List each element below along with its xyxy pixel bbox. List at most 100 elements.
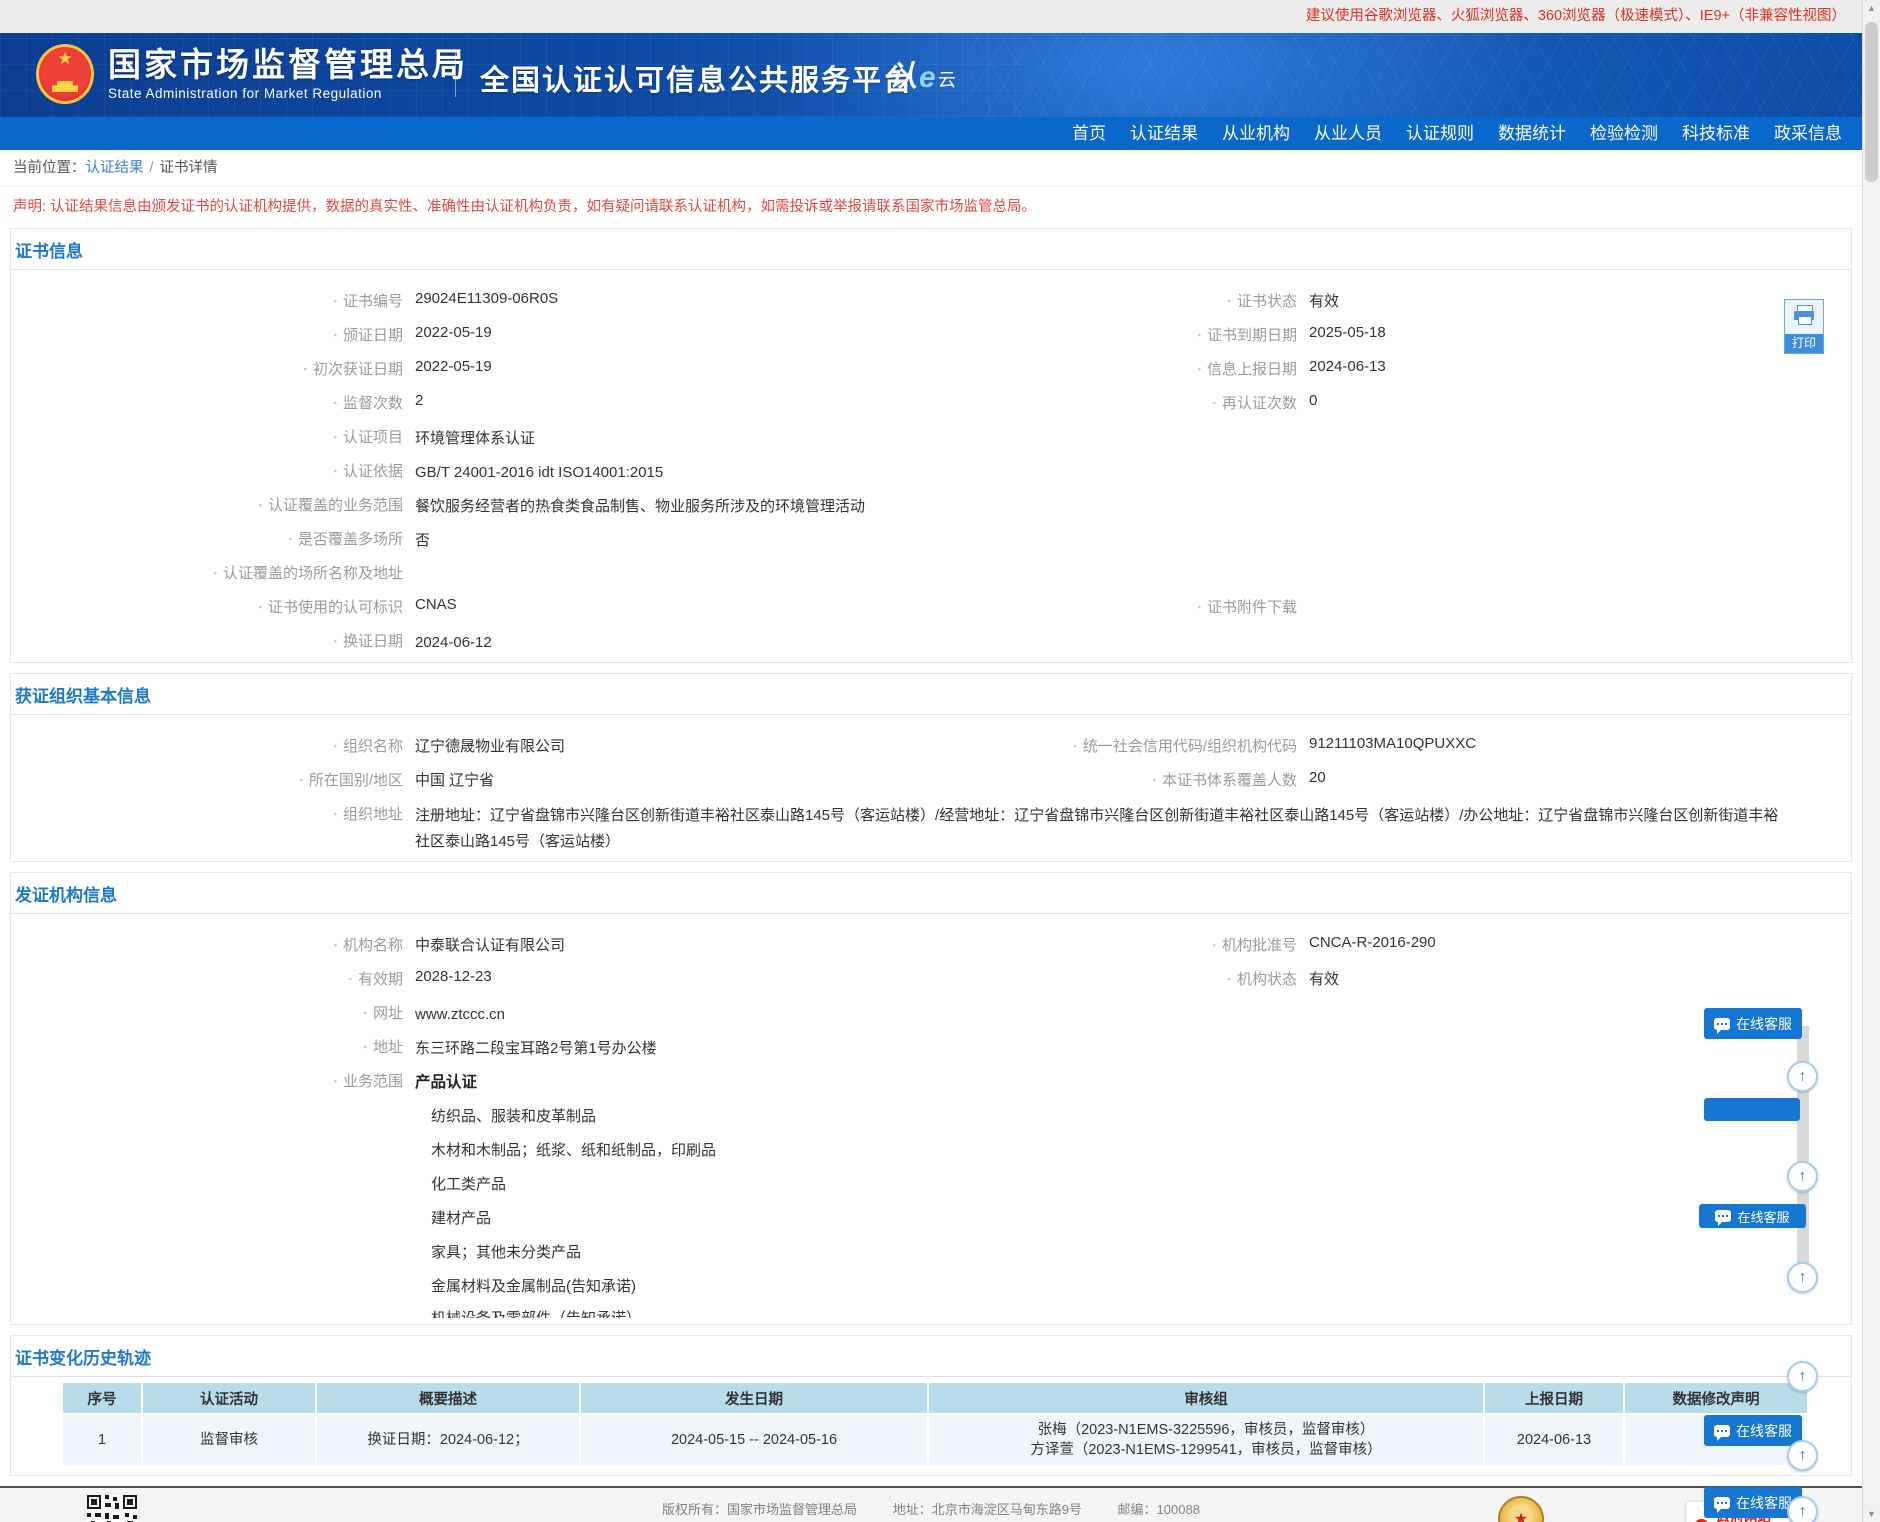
- field-value: 2025-05-18: [1309, 324, 1386, 341]
- history-table: 序号 认证活动 概要描述 发生日期 审核组 上报日期 数据修改声明 1 监督审核…: [61, 1381, 1809, 1467]
- field-label: 认证覆盖的场所名称及地址: [11, 562, 403, 588]
- field-row: 认证依据 GB/T 24001-2016 idt ISO14001:2015: [11, 452, 1851, 486]
- back-to-top-button[interactable]: ↑: [1787, 1361, 1818, 1392]
- field-label-empty: [11, 1274, 403, 1300]
- field-value: 中泰联合认证有限公司: [415, 937, 566, 954]
- section-title: 证书变化历史轨迹: [11, 1336, 1851, 1377]
- field-row: 网址 www.ztccc.cn: [11, 994, 1851, 1028]
- nav-item-rules[interactable]: 认证规则: [1394, 117, 1486, 150]
- field-value: 辽宁德晟物业有限公司: [415, 738, 566, 755]
- field-label: 认证依据: [11, 460, 403, 486]
- field-row: 证书使用的认可标识 CNAS 证书附件下载: [11, 588, 1851, 622]
- field-label: 所在国别/地区: [11, 769, 403, 795]
- online-service-button[interactable]: 在线客服: [1704, 1415, 1802, 1446]
- col-activity: 认证活动: [141, 1381, 317, 1415]
- auditor-line: 张梅（2023-N1EMS-3225596，审核员，监督审核）: [1037, 1422, 1375, 1438]
- back-to-top-button[interactable]: ↑: [1787, 1061, 1818, 1092]
- col-report-date: 上报日期: [1483, 1381, 1625, 1415]
- back-to-top-button[interactable]: ↑: [1787, 1262, 1818, 1293]
- field-label: 颁证日期: [11, 324, 403, 350]
- printer-icon: [1794, 305, 1814, 325]
- field-value: 2: [415, 392, 424, 409]
- online-service-button[interactable]: 在线客服: [1699, 1204, 1806, 1228]
- nav-item-agencies[interactable]: 从业机构: [1210, 117, 1302, 150]
- online-service-label: 在线客服: [1736, 1422, 1792, 1439]
- scrollbar-down-arrow[interactable]: [1863, 1509, 1880, 1519]
- nav-item-inspection[interactable]: 检验检测: [1578, 117, 1670, 150]
- field-value: 否: [415, 532, 431, 549]
- breadcrumb-separator: /: [149, 160, 154, 176]
- footer-copyright: 版权所有：国家市场监督管理总局: [662, 1502, 858, 1517]
- scope-item-row: 建材产品: [11, 1198, 1851, 1232]
- cloud-logo-char2: e: [919, 61, 936, 94]
- section-organization-info: 获证组织基本信息 组织名称 辽宁德晟物业有限公司 统一社会信用代码/组织机构代码…: [10, 673, 1852, 862]
- chat-icon: [1714, 1496, 1730, 1513]
- field-label: 有效期: [11, 968, 403, 994]
- footer-address: 地址：北京市海淀区马甸东路9号: [892, 1502, 1082, 1517]
- footer-lines: 版权所有：国家市场监督管理总局 地址：北京市海淀区马甸东路9号 邮编：10008…: [0, 1488, 1862, 1522]
- field-row: 认证覆盖的场所名称及地址: [11, 554, 1851, 588]
- online-service-button[interactable]: 在线客服: [1704, 1008, 1802, 1039]
- field-row: 是否覆盖多场所 否: [11, 520, 1851, 554]
- online-service-bar[interactable]: [1704, 1098, 1800, 1121]
- scope-item: 建材产品: [431, 1210, 492, 1227]
- back-to-top-button[interactable]: ↑: [1787, 1161, 1818, 1192]
- field-value: 餐饮服务经营者的热食类食品制售、物业服务所涉及的环境管理活动: [415, 498, 866, 515]
- field-row: 组织地址 注册地址：辽宁省盘锦市兴隆台区创新街道丰裕社区泰山路145号（客运站楼…: [11, 795, 1851, 855]
- nav-item-home[interactable]: 首页: [1060, 117, 1118, 150]
- field-label: 机构名称: [11, 934, 403, 960]
- field-value: CNAS: [415, 596, 457, 613]
- breadcrumb-link-results[interactable]: 认证结果: [86, 160, 144, 176]
- scope-item-clipped: 机械设备及零部件（告知承诺）: [403, 1306, 1793, 1318]
- field-value: 0: [1309, 392, 1318, 409]
- section-issuing-agency-info: 发证机构信息 机构名称 中泰联合认证有限公司 机构批准号 CNCA-R-2016…: [10, 872, 1852, 1325]
- field-row: 有效期 2028-12-23 机构状态 有效: [11, 960, 1851, 994]
- nav-item-procurement[interactable]: 政采信息: [1762, 117, 1854, 150]
- field-value: 2022-05-19: [415, 324, 492, 341]
- field-value: 有效: [1309, 971, 1340, 988]
- field-value: 注册地址：辽宁省盘锦市兴隆台区创新街道丰裕社区泰山路145号（客运站楼）/经营地…: [415, 807, 1779, 850]
- field-label: 证书使用的认可标识: [11, 596, 403, 622]
- scrollbar-thumb[interactable]: [1865, 22, 1878, 182]
- agency-name-cn: 国家市场监督管理总局: [108, 46, 468, 83]
- arrow-up-icon: ↑: [1798, 1367, 1807, 1385]
- field-label-empty: [11, 1104, 403, 1130]
- scope-item: 金属材料及金属制品(告知承诺): [431, 1278, 636, 1295]
- print-button-label: 打印: [1785, 334, 1823, 353]
- field-value: 东三环路二段宝耳路2号第1号办公楼: [415, 1040, 657, 1057]
- nav-item-cert-results[interactable]: 认证结果: [1118, 117, 1210, 150]
- ren-e-cloud-logo: 认 e 云: [888, 53, 956, 95]
- cell-summary: 换证日期：2024-06-12；: [315, 1413, 581, 1467]
- auditor-line: 方译萱（2023-N1EMS-1299541，审核员，监督审核）: [1030, 1442, 1382, 1458]
- field-row: 证书编号 29024E11309-06R0S 证书状态 有效: [11, 282, 1851, 316]
- field-row: 组织名称 辽宁德晟物业有限公司 统一社会信用代码/组织机构代码 91211103…: [11, 727, 1851, 761]
- nav-item-statistics[interactable]: 数据统计: [1486, 117, 1578, 150]
- browser-hint-bar: 建议使用谷歌浏览器、火狐浏览器、360浏览器（极速模式）、IE9+（非兼容性视图…: [0, 0, 1862, 33]
- field-row: 所在国别/地区 中国 辽宁省 本证书体系覆盖人数 20: [11, 761, 1851, 795]
- field-row: 颁证日期 2022-05-19 证书到期日期 2025-05-18: [11, 316, 1851, 350]
- field-value: [403, 562, 1793, 588]
- site-header: 国家市场监督管理总局 State Administration for Mark…: [0, 33, 1862, 117]
- col-summary: 概要描述: [315, 1381, 581, 1415]
- scrollbar[interactable]: [1862, 0, 1880, 1522]
- platform-title: 全国认证认可信息公共服务平台: [480, 65, 915, 97]
- field-label: 监督次数: [11, 392, 403, 418]
- field-label: 机构批准号: [955, 934, 1297, 960]
- field-row: 地址 东三环路二段宝耳路2号第1号办公楼: [11, 1028, 1851, 1062]
- field-row: 认证项目 环境管理体系认证: [11, 418, 1851, 452]
- field-label-empty: [11, 1138, 403, 1164]
- chat-icon: [1714, 1017, 1730, 1034]
- scope-item-row: 纺织品、服装和皮革制品: [11, 1096, 1851, 1130]
- scope-item-row-clipped: 机械设备及零部件（告知承诺）: [11, 1300, 1851, 1318]
- nav-item-personnel[interactable]: 从业人员: [1302, 117, 1394, 150]
- back-to-top-button[interactable]: ↑: [1787, 1440, 1818, 1471]
- nav-item-standards[interactable]: 科技标准: [1670, 117, 1762, 150]
- back-to-top-button[interactable]: ↑: [1787, 1496, 1818, 1522]
- section-history: 证书变化历史轨迹 序号 认证活动 概要描述 发生日期 审核组 上报日期 数据修改…: [10, 1335, 1852, 1476]
- magnifier-icon: [1694, 1518, 1709, 1522]
- field-value: 2028-12-23: [415, 968, 492, 985]
- field-row: 初次获证日期 2022-05-19 信息上报日期 2024-06-13: [11, 350, 1851, 384]
- print-button[interactable]: 打印: [1784, 299, 1824, 354]
- scrollbar-up-arrow[interactable]: [1863, 3, 1880, 13]
- field-label: 初次获证日期: [11, 358, 403, 384]
